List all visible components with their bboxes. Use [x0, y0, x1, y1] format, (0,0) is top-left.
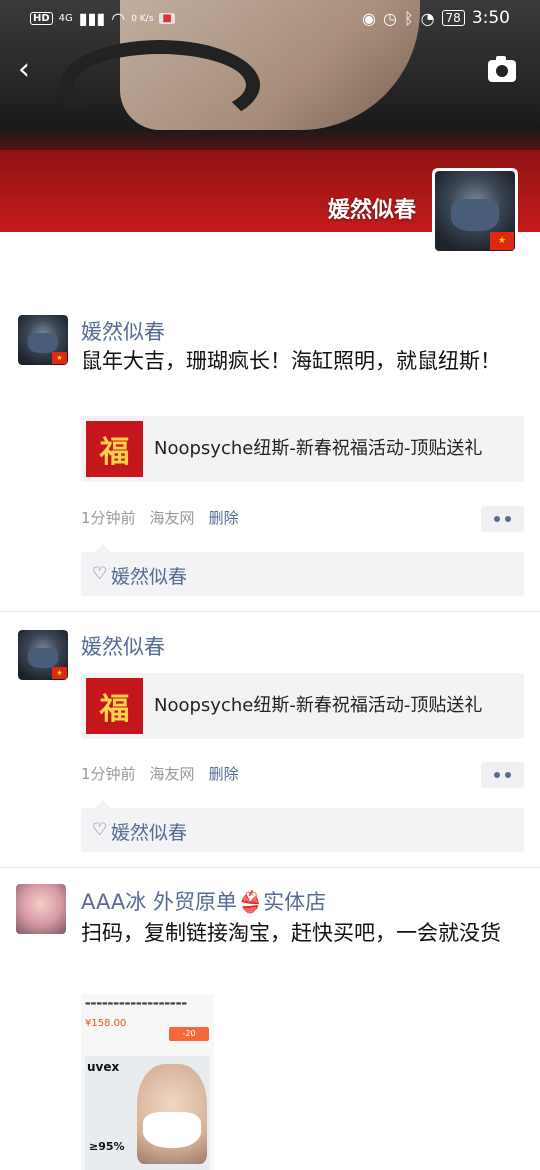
- divider: [0, 867, 540, 868]
- liker-name[interactable]: 媛然似春: [111, 818, 187, 845]
- post-source[interactable]: 海友网: [150, 763, 195, 784]
- china-flag-icon: ★: [52, 352, 67, 364]
- product-brand: uvex: [87, 1060, 120, 1074]
- post-meta: 1分钟前 海友网 删除: [81, 763, 239, 784]
- delete-link[interactable]: 删除: [209, 507, 239, 528]
- post-author-name[interactable]: AAA冰 外贸原单👙实体店: [81, 886, 326, 916]
- avatar-image: ★: [18, 315, 68, 365]
- china-flag-icon: ★: [490, 232, 514, 250]
- liker-name[interactable]: 媛然似春: [111, 562, 187, 589]
- shared-link-card[interactable]: 福 Noopsyche纽斯-新春祝福活动-顶贴送礼: [81, 416, 524, 482]
- post-text: 扫码，复制链接淘宝，赶快买吧，一会就没货: [81, 921, 501, 945]
- link-thumbnail: 福: [86, 421, 143, 477]
- notification-icon: ■: [159, 13, 175, 24]
- more-actions-button[interactable]: [481, 506, 524, 532]
- heart-icon: ♡: [92, 564, 108, 584]
- product-price: ¥158.00: [85, 1018, 127, 1029]
- camera-icon[interactable]: [488, 56, 516, 82]
- delete-link[interactable]: 删除: [209, 763, 239, 784]
- eye-icon: ◉: [362, 8, 376, 28]
- avatar-image: ★: [435, 171, 515, 251]
- link-thumbnail: 福: [86, 678, 143, 734]
- post-avatar[interactable]: [16, 884, 66, 934]
- back-icon[interactable]: ‹: [18, 55, 38, 85]
- status-bar: HD 4G ▮▮▮ ◠ 0 K/s ■ ◉ ◷ ᛒ ◔ 78 3:50: [0, 0, 540, 38]
- post-author-name[interactable]: 媛然似春: [81, 316, 165, 346]
- divider: [0, 611, 540, 612]
- wifi-icon: ◠: [111, 9, 126, 28]
- speedometer-icon: ◔: [420, 8, 435, 28]
- more-actions-button[interactable]: [481, 762, 524, 788]
- link-title: Noopsyche纽斯-新春祝福活动-顶贴送礼: [154, 438, 483, 459]
- bluetooth-icon: ᛒ: [403, 8, 414, 28]
- shared-link-card[interactable]: 福 Noopsyche纽斯-新春祝福活动-顶贴送礼: [81, 673, 524, 739]
- post-image[interactable]: ▬▬▬▬▬▬▬▬▬▬▬▬▬▬▬▬▬▬ ¥158.00 -20 uvex ≥95%: [81, 994, 214, 1170]
- post-time: 1分钟前: [81, 765, 136, 783]
- signal-icon: ▮▮▮: [78, 9, 106, 28]
- post-source[interactable]: 海友网: [150, 507, 195, 528]
- post-time: 1分钟前: [81, 509, 136, 527]
- net-speed: 0 K/s: [131, 13, 154, 24]
- filter-rate: ≥95%: [89, 1140, 125, 1153]
- avatar-image: ★: [18, 630, 68, 680]
- likes-box: ♡ 媛然似春: [81, 800, 524, 852]
- profile-avatar[interactable]: ★: [432, 168, 518, 254]
- china-flag-icon: ★: [52, 667, 67, 679]
- post-text: 鼠年大吉，珊瑚疯长！海缸照明，就鼠纽斯！: [81, 349, 501, 373]
- likes-box: ♡ 媛然似春: [81, 544, 524, 596]
- post-author-name[interactable]: 媛然似春: [81, 631, 165, 661]
- post-avatar[interactable]: ★: [18, 315, 68, 365]
- alarm-icon: ◷: [382, 8, 397, 28]
- network-type: 4G: [58, 13, 73, 24]
- cover-steering-wheel: [60, 40, 260, 130]
- mask-shape: [143, 1112, 201, 1148]
- battery-indicator: 78: [441, 10, 465, 26]
- coupon-badge: -20: [169, 1027, 209, 1041]
- clock: 3:50: [471, 8, 510, 28]
- profile-username[interactable]: 媛然似春: [328, 192, 416, 224]
- post-avatar[interactable]: ★: [18, 630, 68, 680]
- hd-badge: HD: [30, 12, 53, 25]
- heart-icon: ♡: [92, 820, 108, 840]
- link-title: Noopsyche纽斯-新春祝福活动-顶贴送礼: [154, 695, 483, 716]
- post-meta: 1分钟前 海友网 删除: [81, 507, 239, 528]
